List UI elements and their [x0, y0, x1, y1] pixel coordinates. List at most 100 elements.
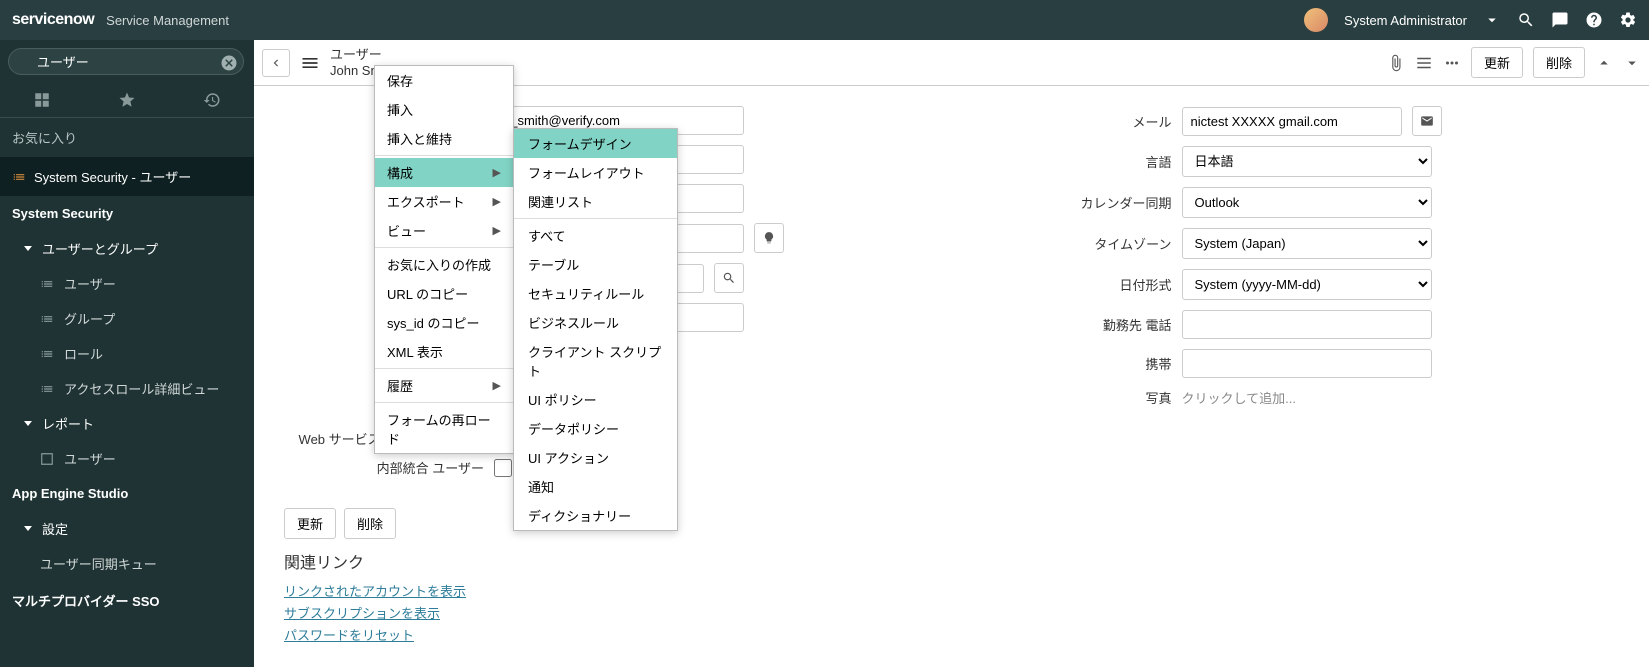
- cm-copy-url[interactable]: URL のコピー: [375, 279, 513, 308]
- sidebar-item-groups[interactable]: グループ: [0, 301, 254, 336]
- arrow-up-icon[interactable]: [1595, 54, 1613, 72]
- update-button-bottom[interactable]: 更新: [284, 508, 336, 539]
- clear-icon[interactable]: [220, 54, 238, 72]
- tz-label: タイムゾーン: [972, 234, 1172, 253]
- info-button[interactable]: [754, 223, 784, 253]
- timezone-select[interactable]: System (Japan): [1182, 228, 1432, 259]
- lang-label: 言語: [972, 152, 1172, 171]
- sidebar-group-settings[interactable]: 設定: [0, 511, 254, 546]
- cm-save[interactable]: 保存: [375, 66, 513, 95]
- back-button[interactable]: [262, 49, 290, 77]
- avatar[interactable]: [1304, 8, 1328, 32]
- cm-xml-view[interactable]: XML 表示: [375, 337, 513, 366]
- delete-button-bottom[interactable]: 削除: [344, 508, 396, 539]
- main-content: ユーザー John Smith 更新 削除 保存 挿入 挿入と維持 構成▶ エク…: [254, 40, 1649, 667]
- chevron-right-icon: ▶: [493, 195, 501, 208]
- link-linked-accounts[interactable]: リンクされたアカウントを表示: [284, 581, 1619, 600]
- sm-client-scripts[interactable]: クライアント スクリプト: [514, 337, 677, 385]
- sm-data-policies[interactable]: データポリシー: [514, 414, 677, 443]
- sidebar-item-roles[interactable]: ロール: [0, 336, 254, 371]
- star-icon[interactable]: [118, 91, 136, 109]
- gear-icon[interactable]: [1619, 11, 1637, 29]
- search-icon: [722, 271, 736, 285]
- update-button[interactable]: 更新: [1471, 47, 1523, 78]
- menu-icon: [300, 53, 320, 73]
- cm-insert[interactable]: 挿入: [375, 95, 513, 124]
- date-format-select[interactable]: System (yyyy-MM-dd): [1182, 269, 1432, 300]
- sidebar-item-access-roles[interactable]: アクセスロール詳細ビュー: [0, 371, 254, 406]
- sm-notifications[interactable]: 通知: [514, 472, 677, 501]
- bulb-icon: [762, 231, 776, 245]
- cm-insert-stay[interactable]: 挿入と維持: [375, 124, 513, 153]
- sm-security-rules[interactable]: セキュリティルール: [514, 279, 677, 308]
- form-title: ユーザー: [330, 47, 395, 63]
- sm-form-layout[interactable]: フォームレイアウト: [514, 158, 677, 187]
- cm-export[interactable]: エクスポート▶: [375, 187, 513, 216]
- link-subscriptions[interactable]: サブスクリプションを表示: [284, 603, 1619, 622]
- chevron-right-icon: ▶: [493, 379, 501, 392]
- sm-related-lists[interactable]: 関連リスト: [514, 187, 677, 216]
- user-name[interactable]: System Administrator: [1344, 13, 1467, 28]
- sidebar-item-users[interactable]: ユーザー: [0, 266, 254, 301]
- sidebar-highlighted-item[interactable]: System Security - ユーザー: [0, 157, 254, 196]
- sm-dictionary[interactable]: ディクショナリー: [514, 501, 677, 530]
- sidebar-highlighted-label: System Security - ユーザー: [34, 167, 191, 186]
- email-button[interactable]: [1412, 106, 1442, 136]
- sm-form-design[interactable]: フォームデザイン: [514, 129, 677, 158]
- cm-copy-sysid[interactable]: sys_id のコピー: [375, 308, 513, 337]
- sm-ui-actions[interactable]: UI アクション: [514, 443, 677, 472]
- form-menu-button[interactable]: [298, 51, 322, 75]
- chat-icon[interactable]: [1551, 11, 1569, 29]
- sm-all[interactable]: すべて: [514, 221, 677, 250]
- mobile-phone-input[interactable]: [1182, 349, 1432, 378]
- cm-history[interactable]: 履歴▶: [375, 371, 513, 400]
- email-label: メール: [972, 112, 1172, 131]
- sm-business-rules[interactable]: ビジネスルール: [514, 308, 677, 337]
- all-apps-icon[interactable]: [33, 91, 51, 109]
- calendar-select[interactable]: Outlook: [1182, 187, 1432, 218]
- caret-down-icon[interactable]: [1483, 11, 1501, 29]
- sm-table[interactable]: テーブル: [514, 250, 677, 279]
- chevron-right-icon: ▶: [493, 224, 501, 237]
- mobile-label: 携帯: [972, 354, 1172, 373]
- internal-user-checkbox[interactable]: [494, 459, 512, 477]
- history-icon[interactable]: [203, 91, 221, 109]
- chevron-left-icon: [269, 56, 283, 70]
- attachment-icon[interactable]: [1387, 54, 1405, 72]
- lookup-button[interactable]: [714, 263, 744, 293]
- language-select[interactable]: 日本語: [1182, 146, 1432, 177]
- nav-filter-input[interactable]: [8, 48, 244, 75]
- sidebar-item-report-users[interactable]: ユーザー: [0, 441, 254, 476]
- search-icon[interactable]: [1517, 11, 1535, 29]
- configure-submenu: フォームデザイン フォームレイアウト 関連リスト すべて テーブル セキュリティ…: [513, 128, 678, 531]
- photo-placeholder[interactable]: クリックして追加...: [1182, 388, 1296, 407]
- business-phone-input[interactable]: [1182, 310, 1432, 339]
- email-input[interactable]: [1182, 107, 1402, 136]
- internal-user-label: 内部統合 ユーザー: [284, 458, 484, 477]
- sidebar-section-security[interactable]: System Security: [0, 196, 254, 231]
- cm-view[interactable]: ビュー▶: [375, 216, 513, 245]
- chevron-right-icon: ▶: [493, 166, 501, 179]
- related-links: 関連リンク リンクされたアカウントを表示 サブスクリプションを表示 パスワードを…: [254, 549, 1649, 667]
- product-name: Service Management: [106, 13, 229, 28]
- cm-create-favorite[interactable]: お気に入りの作成: [375, 250, 513, 279]
- sidebar-section-sso[interactable]: マルチプロバイダー SSO: [0, 581, 254, 620]
- sidebar-group-users[interactable]: ユーザーとグループ: [0, 231, 254, 266]
- sidebar-item-sync-queue[interactable]: ユーザー同期キュー: [0, 546, 254, 581]
- favorites-header[interactable]: お気に入り: [0, 118, 254, 157]
- sm-ui-policies[interactable]: UI ポリシー: [514, 385, 677, 414]
- help-icon[interactable]: [1585, 11, 1603, 29]
- logo: servicenow: [12, 11, 94, 29]
- list-icon: [12, 170, 26, 184]
- arrow-down-icon[interactable]: [1623, 54, 1641, 72]
- personalize-icon[interactable]: [1415, 54, 1433, 72]
- related-links-heading: 関連リンク: [284, 549, 1619, 573]
- sidebar-section-appengine[interactable]: App Engine Studio: [0, 476, 254, 511]
- cm-configure[interactable]: 構成▶: [375, 158, 513, 187]
- more-icon[interactable]: [1443, 54, 1461, 72]
- cm-reload-form[interactable]: フォームの再ロード: [375, 405, 513, 453]
- link-reset-password[interactable]: パスワードをリセット: [284, 625, 1619, 644]
- sidebar-group-reports[interactable]: レポート: [0, 406, 254, 441]
- delete-button[interactable]: 削除: [1533, 47, 1585, 78]
- photo-label: 写真: [972, 388, 1172, 407]
